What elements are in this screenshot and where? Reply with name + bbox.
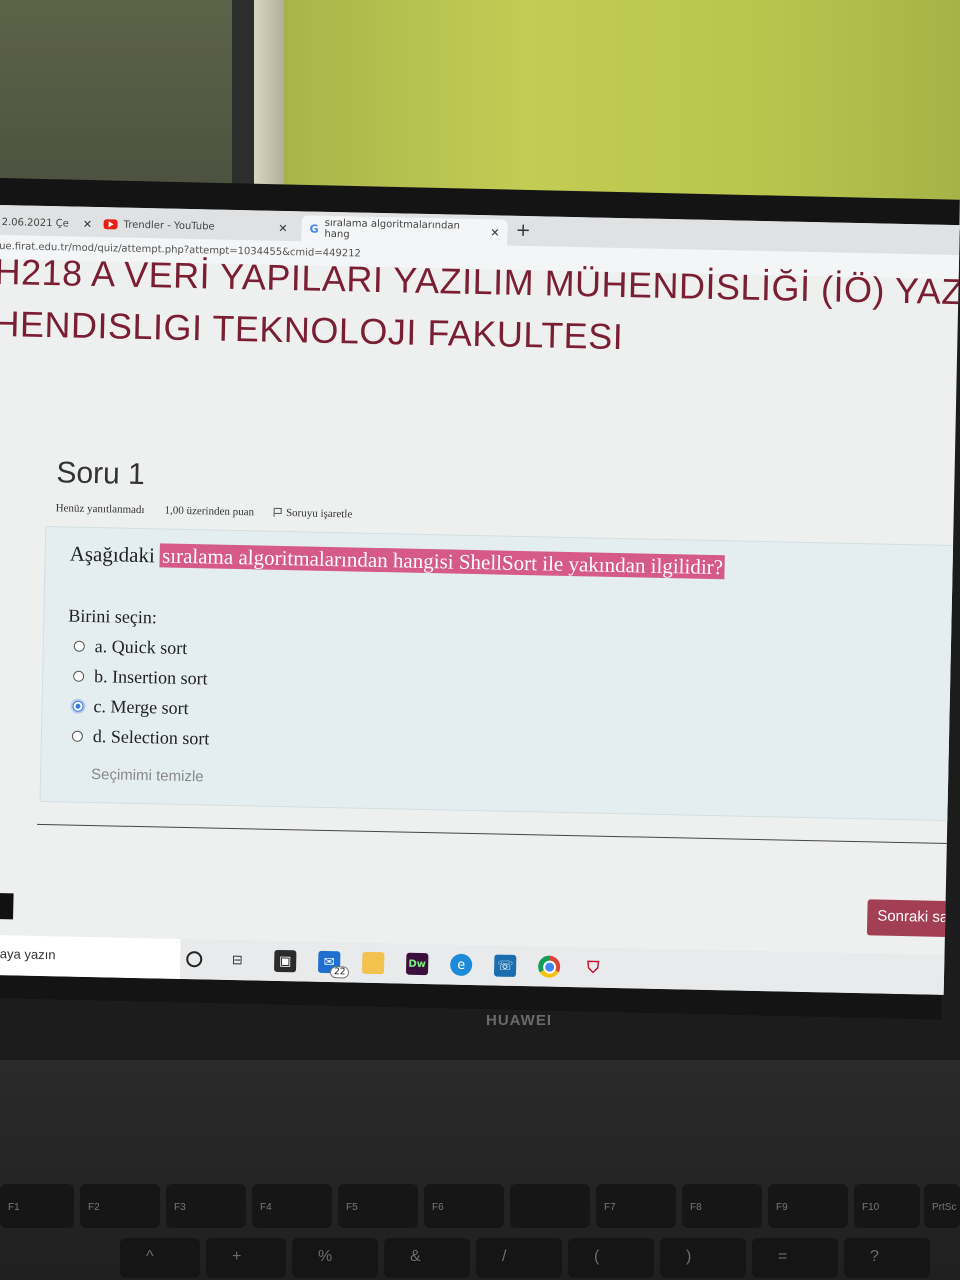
question-box: Aşağıdaki sıralama algoritmalarından han… — [39, 526, 960, 822]
option-d[interactable]: d. Selection sort — [71, 726, 210, 750]
question-text-plain: Aşağıdaki — [69, 541, 156, 568]
course-heading-line2: HENDISLIGI TEKNOLOJI FAKULTESI — [0, 302, 624, 358]
divider — [37, 823, 957, 845]
tab-label: 2.06.2021 Çe — [1, 216, 69, 229]
question-points: 1,00 üzerinden puan — [164, 504, 255, 519]
dreamweaver-icon[interactable]: Dw — [405, 952, 429, 976]
key-f8: F8 — [682, 1184, 762, 1228]
key-plus: + — [206, 1238, 286, 1278]
youtube-icon — [103, 219, 118, 230]
question-meta: Henüz yanıtlanmadı 1,00 üzerinden puan S… — [56, 502, 353, 520]
mail-count-badge: 22 — [329, 966, 350, 979]
answer-status: Henüz yanıtlanmadı — [55, 502, 145, 517]
option-label: d. Selection sort — [92, 726, 210, 749]
google-icon: G — [309, 221, 319, 236]
key-slash: / — [476, 1238, 562, 1278]
key-paren-open: ( — [568, 1238, 654, 1278]
key-f1: F1 — [0, 1184, 74, 1228]
key-percent: % — [292, 1238, 378, 1278]
task-view-icon[interactable]: ⊟ — [226, 949, 248, 971]
close-icon[interactable]: ✕ — [83, 217, 92, 230]
option-a[interactable]: a. Quick sort — [73, 636, 188, 659]
page-number: 7 — [0, 892, 14, 920]
clear-choice-link[interactable]: Seçimimi temizle — [91, 766, 204, 785]
tab-label: sıralama algoritmalarından hang — [324, 217, 460, 241]
chrome-icon[interactable] — [537, 955, 561, 978]
option-label: b. Insertion sort — [93, 666, 208, 689]
key-f3: F3 — [166, 1184, 246, 1228]
key-f2: F2 — [80, 1184, 160, 1228]
radio-button[interactable] — [71, 730, 84, 742]
key-prtsc: PrtSc — [924, 1184, 960, 1228]
wall-shadow — [0, 0, 250, 200]
radio-button[interactable] — [73, 670, 85, 682]
door-strip — [254, 0, 284, 200]
flag-label: Soruyu işaretle — [285, 507, 353, 521]
whatsapp-icon[interactable]: ☏ — [493, 954, 517, 977]
door-frame — [232, 0, 254, 200]
key-question: ? — [844, 1238, 930, 1278]
key-f7: F7 — [596, 1184, 676, 1228]
key-equals: = — [752, 1238, 838, 1278]
close-icon[interactable]: ✕ — [278, 221, 287, 234]
key-f9: F9 — [768, 1184, 848, 1228]
question-text: Aşağıdaki sıralama algoritmalarından han… — [69, 541, 726, 581]
key-blank — [510, 1184, 590, 1228]
radio-button[interactable] — [73, 640, 85, 652]
keyboard-deck: F1 F2 F3 F4 F5 F6 F7 F8 F9 F10 PrtSc ^ +… — [0, 1060, 960, 1280]
laptop-brand: HUAWEI — [486, 1012, 552, 1029]
key-ampersand: & — [384, 1238, 470, 1278]
close-icon[interactable]: ✕ — [490, 226, 499, 239]
tab-date[interactable]: 2.06.2021 Çe ✕ — [0, 209, 100, 237]
key-paren-close: ) — [660, 1238, 746, 1278]
mcafee-icon[interactable]: ⛉ — [582, 956, 604, 978]
option-label: c. Merge sort — [93, 696, 189, 719]
new-tab-button[interactable]: + — [515, 220, 531, 241]
laptop-screen: 2.06.2021 Çe ✕ Trendler - YouTube ✕ G sı… — [0, 205, 960, 995]
file-explorer-icon[interactable] — [361, 951, 385, 975]
key-f6: F6 — [424, 1184, 504, 1228]
question-text-highlighted: sıralama algoritmalarından hangisi Shell… — [159, 543, 726, 580]
cortana-icon[interactable] — [186, 951, 203, 968]
next-page-button[interactable]: Sonraki say — [866, 899, 960, 938]
flag-question-link[interactable]: Soruyu işaretle — [273, 507, 353, 521]
radio-button-selected[interactable] — [72, 700, 84, 712]
flag-icon — [273, 507, 283, 517]
option-label: a. Quick sort — [94, 636, 188, 659]
key-f5: F5 — [338, 1184, 418, 1228]
option-b[interactable]: b. Insertion sort — [73, 666, 208, 690]
edge-icon[interactable]: e — [449, 953, 473, 977]
key-caret: ^ — [120, 1238, 200, 1278]
key-f10: F10 — [854, 1184, 920, 1228]
tab-label: Trendler - YouTube — [123, 219, 215, 232]
key-f4: F4 — [252, 1184, 332, 1228]
question-title: Soru 1 — [56, 456, 146, 492]
store-icon[interactable]: ▣ — [273, 949, 297, 973]
option-c[interactable]: c. Merge sort — [72, 696, 189, 719]
taskbar-search-input[interactable]: uraya yazın — [0, 934, 181, 979]
choose-label: Birini seçin: — [68, 605, 158, 628]
